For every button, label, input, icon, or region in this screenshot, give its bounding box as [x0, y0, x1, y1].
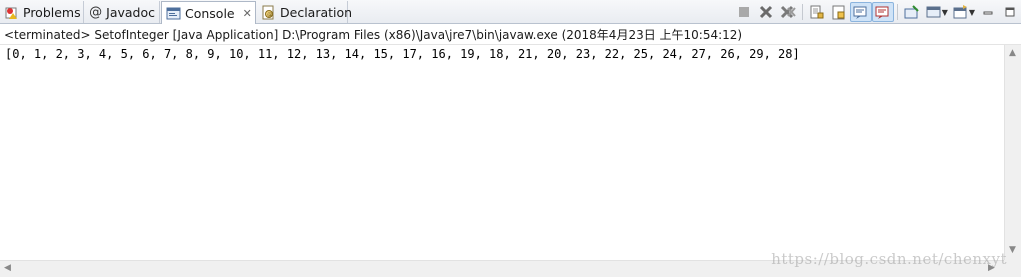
- word-wrap-icon[interactable]: [828, 2, 850, 22]
- tab-label: Declaration: [280, 4, 353, 20]
- tab-declaration[interactable]: @ Declaration: [257, 1, 352, 23]
- at-icon: @: [89, 4, 103, 20]
- minimize-icon[interactable]: [977, 2, 999, 22]
- console-toolbar: ▼ ▼: [733, 2, 1021, 22]
- view-tab-bar: Problems @ Javadoc Console ✕ @ Declarati…: [0, 0, 1021, 24]
- problems-icon: [4, 5, 19, 20]
- tab-label: Problems: [23, 4, 81, 20]
- tab-label: Javadoc: [106, 4, 155, 20]
- console-output-line: [0, 1, 2, 3, 4, 5, 6, 7, 8, 9, 10, 11, 1…: [5, 47, 800, 61]
- show-console-on-error-icon[interactable]: [871, 2, 894, 22]
- tab-console[interactable]: Console ✕: [161, 1, 256, 24]
- remove-all-terminated-icon[interactable]: [777, 2, 799, 22]
- tab-javadoc[interactable]: @ Javadoc: [85, 1, 160, 23]
- close-icon[interactable]: ✕: [243, 7, 252, 20]
- show-console-on-output-icon[interactable]: [849, 2, 872, 22]
- toolbar-separator: [896, 4, 898, 20]
- svg-text:@: @: [267, 12, 272, 18]
- scroll-down-icon[interactable]: ▼: [1009, 245, 1016, 255]
- chevron-down-icon[interactable]: ▼: [969, 8, 975, 17]
- declaration-icon: @: [261, 5, 276, 20]
- maximize-icon[interactable]: [999, 2, 1021, 22]
- status-text: <terminated> SetofInteger [Java Applicat…: [4, 28, 743, 42]
- vertical-scrollbar[interactable]: ▲ ▼: [1004, 45, 1021, 260]
- scroll-up-icon[interactable]: ▲: [1009, 48, 1016, 58]
- watermark: https://blog.csdn.net/chenxyt: [771, 250, 1007, 268]
- console-status-line: <terminated> SetofInteger [Java Applicat…: [0, 25, 1021, 45]
- console-output-area[interactable]: [0, 1, 2, 3, 4, 5, 6, 7, 8, 9, 10, 11, 1…: [0, 45, 1004, 260]
- remove-launch-icon[interactable]: [755, 2, 777, 22]
- scroll-lock-icon[interactable]: [806, 2, 828, 22]
- scroll-left-icon[interactable]: ◀: [4, 263, 11, 273]
- pin-console-icon[interactable]: [901, 2, 923, 22]
- terminate-icon[interactable]: [733, 2, 755, 22]
- toolbar-separator: [801, 4, 803, 20]
- console-icon: [166, 6, 181, 21]
- chevron-down-icon[interactable]: ▼: [942, 8, 948, 17]
- tab-label: Console: [185, 5, 235, 21]
- tab-problems[interactable]: Problems: [0, 1, 84, 23]
